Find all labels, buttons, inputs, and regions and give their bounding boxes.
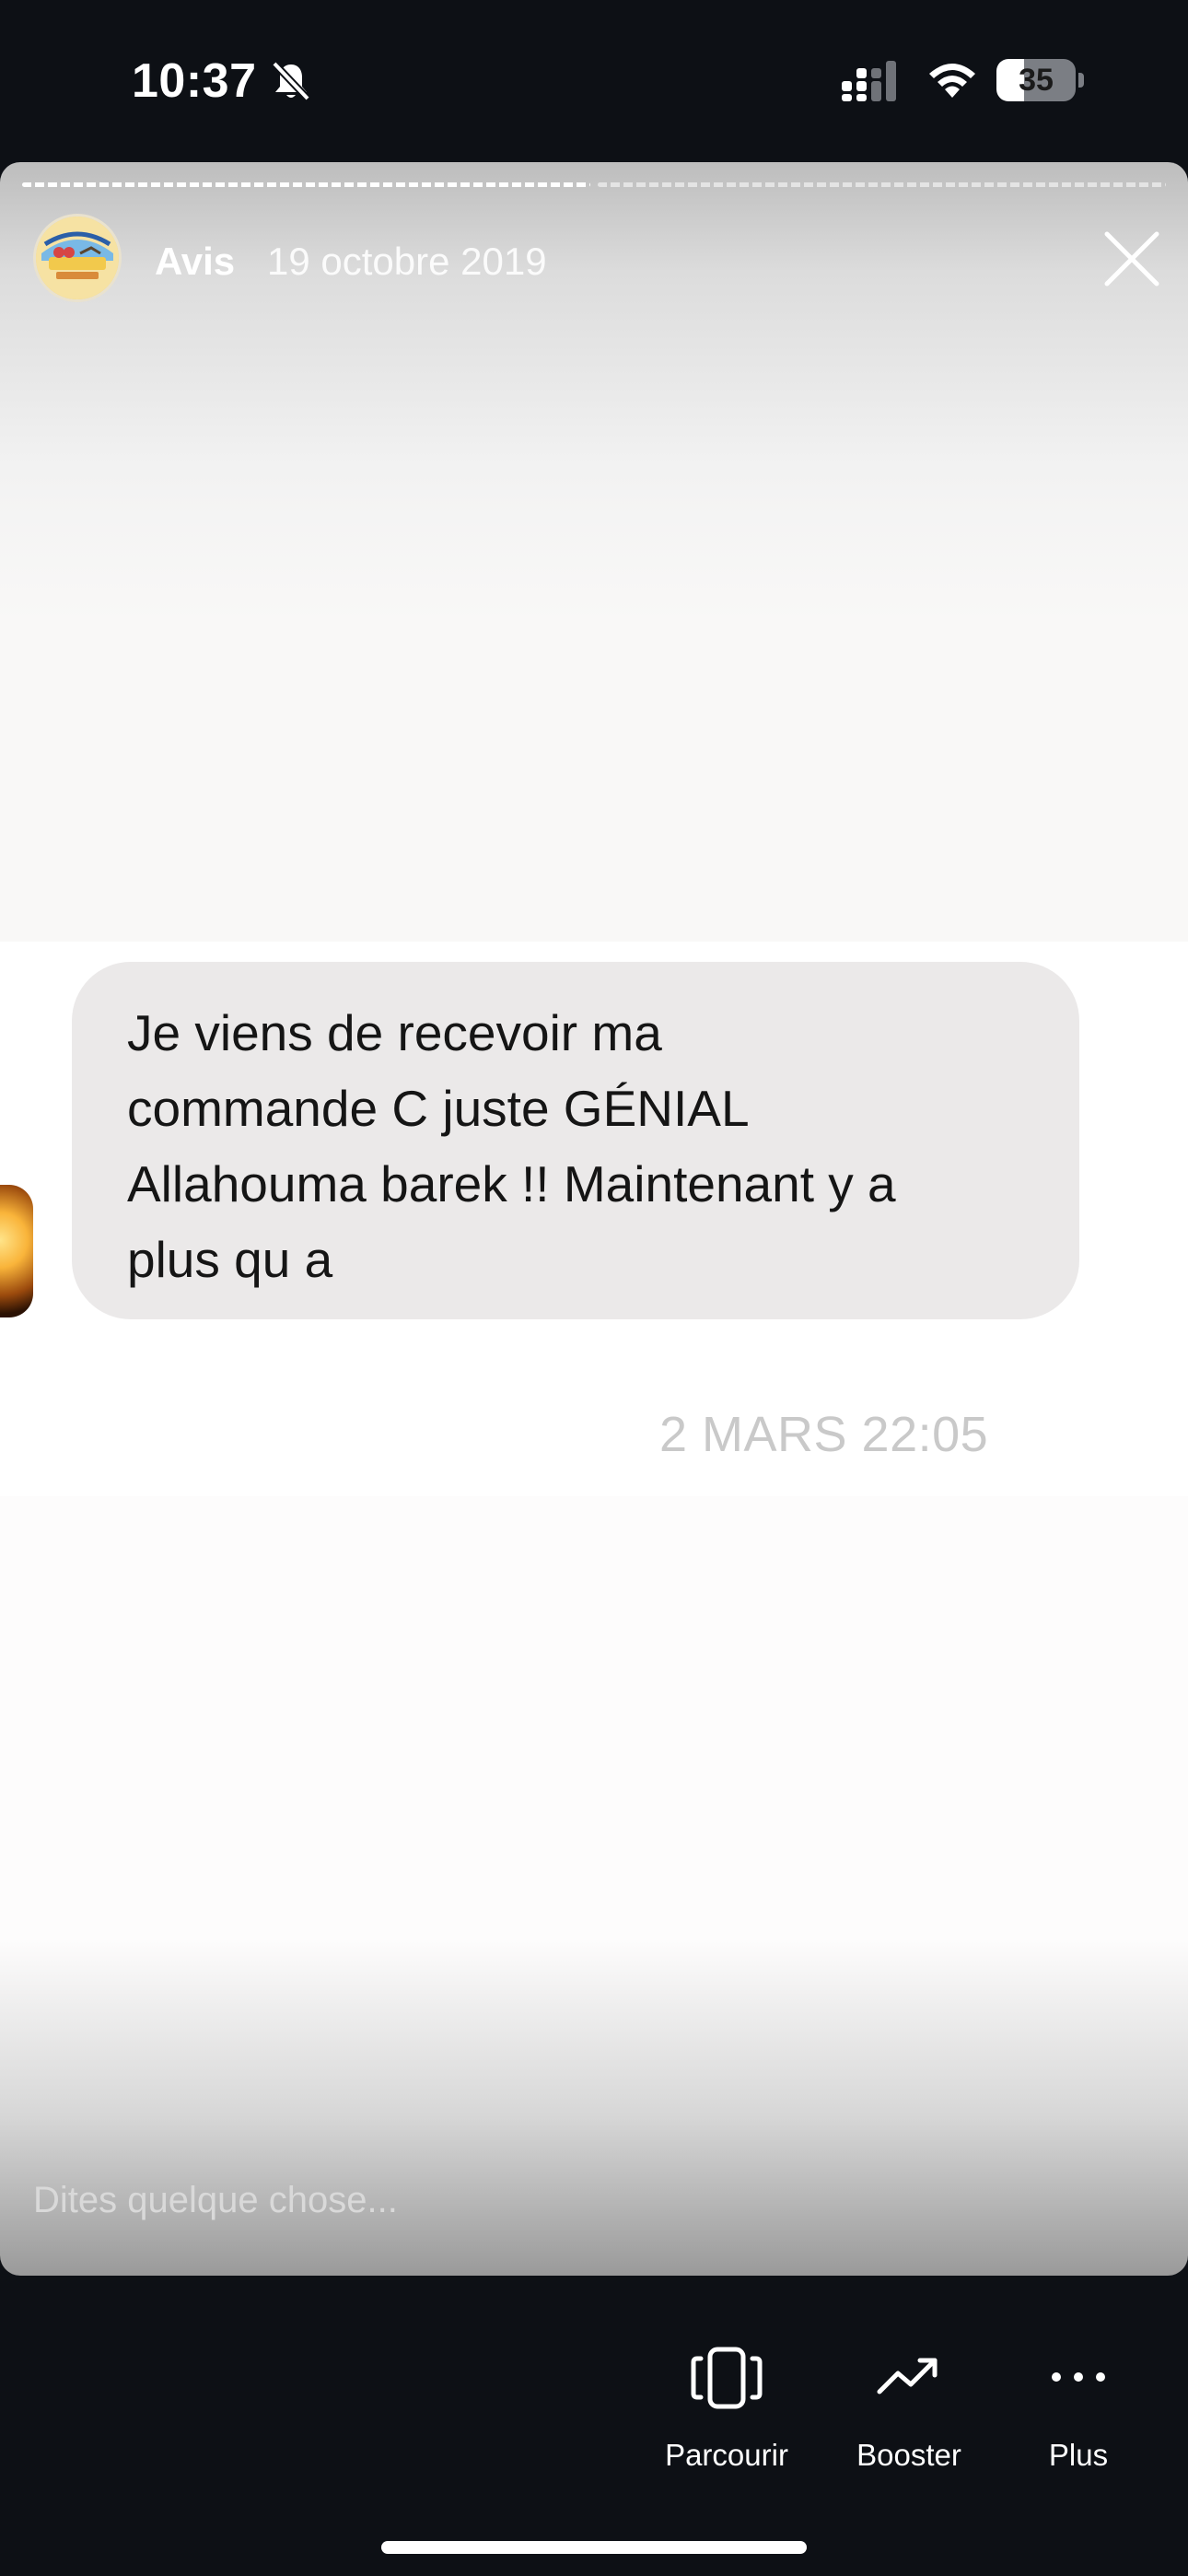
message-line: plus qu a: [127, 1231, 333, 1288]
browse-label: Parcourir: [665, 2438, 788, 2472]
trend-up-icon: [821, 2344, 996, 2418]
battery-level: 35: [1019, 63, 1054, 98]
more-button[interactable]: Plus: [991, 2344, 1166, 2473]
boost-label: Booster: [856, 2438, 961, 2472]
close-icon[interactable]: [1101, 228, 1162, 289]
screen: 10:37 35 Avis 19 octobre 2019 Je viens d…: [0, 0, 1188, 2576]
bell-slash-icon: [269, 59, 313, 103]
message-line: commande C juste GÉNIAL: [127, 1080, 750, 1137]
account-name[interactable]: Avis: [155, 240, 235, 284]
more-label: Plus: [1048, 2438, 1109, 2472]
browse-button[interactable]: Parcourir: [639, 2344, 814, 2473]
story-viewer[interactable]: Avis 19 octobre 2019 Je viens de recevoi…: [0, 162, 1188, 2276]
message-text: Je viens de recevoir ma commande C juste…: [127, 995, 1048, 1297]
status-bar: 10:37 35: [0, 0, 1188, 161]
reply-input[interactable]: Dites quelque chose...: [33, 2180, 398, 2221]
boost-button[interactable]: Booster: [821, 2344, 996, 2473]
message-bubble: Je viens de recevoir ma commande C juste…: [72, 962, 1079, 1319]
message-line: Allahouma barek !! Maintenant y a: [127, 1155, 896, 1212]
home-indicator[interactable]: [381, 2541, 807, 2554]
phone-browse-icon: [639, 2344, 814, 2418]
story-progress-segment: [22, 182, 590, 187]
story-progress-bar: [22, 182, 1166, 187]
status-time: 10:37: [132, 54, 257, 108]
battery-icon: 35: [996, 59, 1085, 101]
account-avatar[interactable]: [33, 214, 122, 302]
story-progress-segment: [598, 182, 1166, 187]
message-timestamp: 2 MARS 22:05: [659, 1407, 989, 1462]
story-date: 19 octobre 2019: [267, 240, 547, 283]
sender-avatar-edge: [0, 1185, 33, 1317]
cellular-signal-icon: [842, 61, 904, 101]
more-dots-icon: [991, 2344, 1166, 2418]
wifi-icon: [924, 59, 981, 101]
message-line: Je viens de recevoir ma: [127, 1004, 662, 1061]
